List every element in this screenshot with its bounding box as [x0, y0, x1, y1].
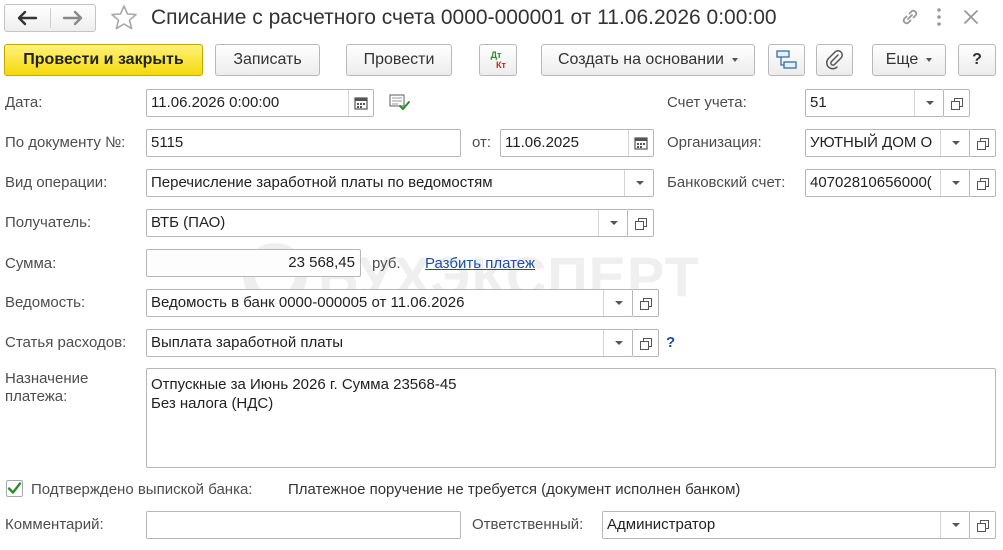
menu-dots-icon[interactable]: [934, 6, 944, 28]
purpose-line: Без налога (НДС): [151, 395, 274, 412]
expense-item-select[interactable]: Выплата заработной платы: [146, 329, 633, 357]
dt-kt-icon: Дт Кт: [490, 50, 506, 70]
organization-label: Организация:: [667, 134, 762, 151]
chevron-down-icon[interactable]: [624, 170, 653, 196]
open-window-icon: [977, 520, 989, 532]
attach-button[interactable]: [816, 44, 853, 76]
doc-date-label: от:: [472, 134, 492, 151]
responsible-label: Ответственный:: [472, 516, 584, 533]
chevron-down-icon: [926, 57, 933, 62]
help-button[interactable]: ?: [958, 44, 996, 76]
page-title: Списание с расчетного счета 0000-000001 …: [151, 6, 777, 29]
expense-item-help[interactable]: ?: [666, 334, 675, 352]
operation-type-label: Вид операции:: [5, 174, 108, 191]
comment-field[interactable]: [146, 511, 461, 539]
calendar-icon: [634, 137, 648, 150]
open-window-icon: [640, 338, 652, 350]
split-payment-link[interactable]: Разбить платеж: [425, 255, 535, 273]
recipient-open-button[interactable]: [628, 209, 654, 237]
open-window-icon: [640, 298, 652, 310]
open-window-icon: [977, 178, 989, 190]
back-button[interactable]: [4, 4, 96, 32]
purpose-label-line2: платежа:: [5, 388, 68, 405]
bank-account-open-button[interactable]: [970, 169, 996, 197]
chevron-down-icon[interactable]: [598, 210, 627, 236]
amount-field[interactable]: 23 568,45: [146, 249, 361, 277]
account-open-button[interactable]: [944, 89, 970, 117]
open-window-icon: [951, 98, 963, 110]
structure-icon: [776, 50, 797, 69]
calendar-button[interactable]: [348, 90, 373, 116]
more-button[interactable]: Еще: [872, 44, 946, 76]
star-icon[interactable]: [109, 3, 139, 33]
organization-select[interactable]: УЮТНЫЙ ДОМ О: [805, 129, 970, 157]
chevron-down-icon[interactable]: [603, 290, 632, 316]
bank-account-label: Банковский счет:: [667, 174, 786, 191]
close-icon[interactable]: [960, 6, 982, 28]
link-icon[interactable]: [899, 6, 921, 28]
doc-date-field[interactable]: 11.06.2025: [500, 129, 654, 157]
payment-purpose-textarea[interactable]: Отпускные за Июнь 2026 г. Сумма 23568-45…: [146, 368, 996, 468]
statement-select[interactable]: Ведомость в банк 0000-000005 от 11.06.20…: [146, 289, 633, 317]
purpose-line: Отпускные за Июнь 2026 г. Сумма 23568-45: [151, 376, 457, 393]
recipient-label: Получатель:: [5, 214, 92, 231]
doc-number-field[interactable]: 5115: [146, 129, 461, 157]
checkmark-icon: [7, 482, 22, 494]
purpose-label-line1: Назначение: [5, 370, 89, 387]
save-button[interactable]: Записать: [215, 44, 320, 76]
open-window-icon: [977, 138, 989, 150]
currency-label: руб.: [372, 255, 401, 272]
bank-account-select[interactable]: 40702810656000(: [805, 169, 970, 197]
statement-label: Ведомость:: [5, 294, 86, 311]
organization-open-button[interactable]: [970, 129, 996, 157]
responsible-select[interactable]: Администратор: [602, 511, 970, 539]
account-label: Счет учета:: [667, 94, 747, 111]
arrow-right-icon: [62, 10, 83, 26]
chevron-down-icon[interactable]: [940, 170, 969, 196]
paperclip-icon: [826, 50, 843, 70]
account-select[interactable]: 51: [805, 89, 944, 117]
comment-label: Комментарий:: [5, 516, 104, 533]
chevron-down-icon[interactable]: [914, 90, 943, 116]
open-window-icon: [635, 218, 647, 230]
expense-item-label: Статья расходов:: [5, 334, 127, 351]
chevron-down-icon[interactable]: [940, 130, 969, 156]
document-check-icon[interactable]: [388, 93, 412, 113]
structure-button[interactable]: [768, 44, 805, 76]
chevron-down-icon: [732, 57, 738, 62]
post-button[interactable]: Провести: [346, 44, 452, 76]
chevron-down-icon[interactable]: [940, 512, 969, 538]
calendar-icon: [354, 97, 368, 110]
payment-order-note: Платежное поручение не требуется (докуме…: [288, 481, 741, 498]
date-field[interactable]: 11.06.2026 0:00:00: [146, 89, 374, 117]
dt-kt-button[interactable]: Дт Кт: [479, 44, 517, 76]
chevron-down-icon[interactable]: [603, 330, 632, 356]
date-label: Дата:: [5, 94, 43, 111]
bank-confirmed-label: Подтверждено выпиской банка:: [31, 481, 253, 498]
expense-item-open-button[interactable]: [633, 329, 659, 357]
responsible-open-button[interactable]: [970, 511, 996, 539]
doc-number-label: По документу №:: [5, 134, 126, 151]
calendar-button[interactable]: [628, 130, 653, 156]
amount-label: Сумма:: [5, 255, 57, 272]
statement-open-button[interactable]: [633, 289, 659, 317]
post-and-close-button[interactable]: Провести и закрыть: [4, 44, 203, 76]
create-based-on-button[interactable]: Создать на основании: [541, 44, 755, 76]
recipient-select[interactable]: ВТБ (ПАО): [146, 209, 628, 237]
bank-confirmed-checkbox[interactable]: [6, 480, 23, 497]
arrow-left-icon: [17, 10, 38, 26]
operation-type-select[interactable]: Перечисление заработной платы по ведомос…: [146, 169, 654, 197]
